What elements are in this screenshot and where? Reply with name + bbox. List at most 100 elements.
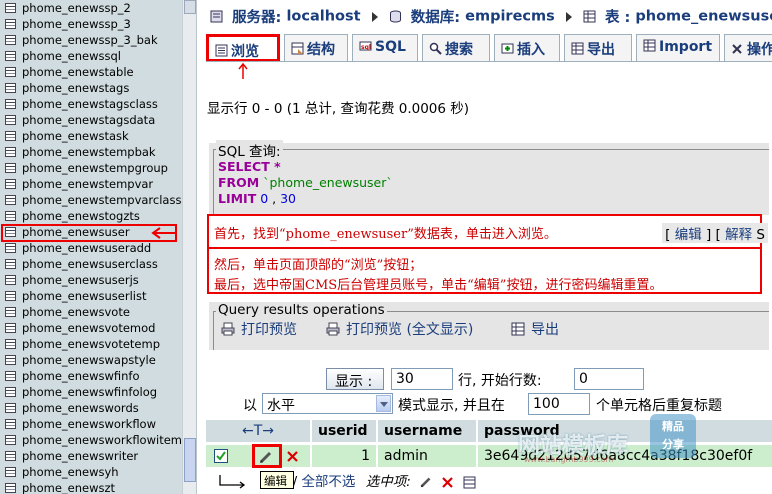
tab-sql[interactable]: sql SQL bbox=[352, 34, 418, 62]
table-icon[interactable] bbox=[5, 19, 16, 29]
table-icon[interactable] bbox=[5, 67, 16, 77]
delete-icon[interactable] bbox=[441, 476, 454, 489]
server-link[interactable]: localhost bbox=[286, 9, 360, 25]
table-icon[interactable] bbox=[5, 35, 16, 45]
sidebar-table-label[interactable]: phome_enewssp_2 bbox=[22, 1, 131, 15]
table-icon[interactable] bbox=[5, 387, 16, 397]
sidebar-table-item[interactable]: phome_enewstempbak bbox=[0, 144, 182, 160]
table-icon[interactable] bbox=[5, 371, 16, 381]
table-icon[interactable] bbox=[5, 179, 16, 189]
sidebar-table-label[interactable]: phome_enewswfinfolog bbox=[22, 385, 157, 399]
sidebar-table-item[interactable]: phome_enewsuseradd bbox=[0, 240, 182, 256]
sidebar-table-label[interactable]: phome_enewsyh bbox=[22, 465, 119, 479]
sidebar-table-label[interactable]: phome_enewstags bbox=[22, 81, 129, 95]
delete-icon[interactable] bbox=[286, 450, 299, 463]
sidebar-table-item[interactable]: phome_enewsuserjs bbox=[0, 272, 182, 288]
column-header-password[interactable]: password bbox=[478, 420, 772, 442]
sidebar-table-label[interactable]: phome_enewsuserlist bbox=[22, 289, 146, 303]
sidebar-table-item[interactable]: phome_enewstagsdata bbox=[0, 112, 182, 128]
column-arrows[interactable]: ←T→ bbox=[206, 420, 310, 442]
sidebar-table-item[interactable]: phome_enewsvotemod bbox=[0, 320, 182, 336]
sidebar-table-label[interactable]: phome_enewstable bbox=[22, 65, 134, 79]
table-icon[interactable] bbox=[5, 451, 16, 461]
table-icon[interactable] bbox=[5, 211, 16, 221]
tab-insert[interactable]: 插入 bbox=[494, 34, 560, 62]
table-icon[interactable] bbox=[5, 291, 16, 301]
tab-operations[interactable]: 操作 bbox=[724, 34, 772, 62]
sidebar-table-item[interactable]: phome_enewssql bbox=[0, 48, 182, 64]
tab-browse[interactable]: 浏览 bbox=[206, 34, 280, 62]
table-icon[interactable] bbox=[5, 259, 16, 269]
sidebar-table-label[interactable]: phome_enewstempbak bbox=[22, 145, 156, 159]
row-checkbox[interactable] bbox=[214, 449, 228, 463]
sidebar-table-label[interactable]: phome_enewstempvarclass bbox=[22, 193, 181, 207]
sidebar-table-item[interactable]: phome_enewstempvarclass bbox=[0, 192, 182, 208]
table-icon[interactable] bbox=[5, 227, 16, 237]
sidebar-table-label[interactable]: phome_enewsuseradd bbox=[22, 241, 151, 255]
sidebar-table-label[interactable]: phome_enewstagsclass bbox=[22, 97, 158, 111]
sidebar-table-item[interactable]: phome_enewstempgroup bbox=[0, 160, 182, 176]
sidebar-table-label[interactable]: phome_enewstask bbox=[22, 129, 129, 143]
chevron-down-icon[interactable] bbox=[376, 395, 391, 412]
sidebar-table-item[interactable]: phome_enewswfinfolog bbox=[0, 384, 182, 400]
sidebar-table-label[interactable]: phome_enewsuserclass bbox=[22, 257, 158, 271]
column-header-username[interactable]: username bbox=[378, 420, 476, 442]
table-icon[interactable] bbox=[5, 307, 16, 317]
sidebar-table-item[interactable]: phome_enewsuserclass bbox=[0, 256, 182, 272]
table-icon[interactable] bbox=[5, 163, 16, 173]
sidebar-table-label[interactable]: phome_enewsworkflow bbox=[22, 417, 156, 431]
table-icon[interactable] bbox=[5, 339, 16, 349]
sidebar-table-label[interactable]: phome_enewstagsdata bbox=[22, 113, 155, 127]
sidebar-table-label[interactable]: phome_enewstempgroup bbox=[22, 161, 168, 175]
table-icon[interactable] bbox=[5, 83, 16, 93]
sidebar-table-item[interactable]: phome_enewswords bbox=[0, 400, 182, 416]
sidebar-table-item[interactable]: phome_enewssp_3 bbox=[0, 16, 182, 32]
sidebar-table-label[interactable]: phome_enewssql bbox=[22, 49, 121, 63]
column-header-userid[interactable]: userid bbox=[312, 420, 376, 442]
tab-search[interactable]: 搜索 bbox=[422, 34, 490, 62]
table-icon[interactable] bbox=[5, 147, 16, 157]
table-icon[interactable] bbox=[5, 99, 16, 109]
table-icon[interactable] bbox=[5, 115, 16, 125]
table-icon[interactable] bbox=[5, 131, 16, 141]
edit-sql-link[interactable]: 编辑 bbox=[675, 227, 702, 243]
tab-export[interactable]: 导出 bbox=[564, 34, 632, 62]
rows-input[interactable]: 30 bbox=[391, 368, 453, 390]
table-icon[interactable] bbox=[5, 435, 16, 445]
sidebar-table-label[interactable]: phome_enewsvotetemp bbox=[22, 337, 160, 351]
repeat-headers-input[interactable]: 100 bbox=[528, 393, 590, 415]
sidebar-table-item[interactable]: phome_enewstags bbox=[0, 80, 182, 96]
table-icon[interactable] bbox=[5, 467, 16, 477]
display-mode-select[interactable]: 水平 bbox=[262, 393, 393, 414]
sidebar-table-item[interactable]: phome_enewsyh bbox=[0, 464, 182, 480]
sidebar-table-item[interactable]: phome_enewsworkflow bbox=[0, 416, 182, 432]
sidebar-table-label[interactable]: phome_enewstempvar bbox=[22, 177, 153, 191]
sidebar-table-label[interactable]: phome_enewssp_3_bak bbox=[22, 33, 158, 47]
sidebar-table-label[interactable]: phome_enewsvote bbox=[22, 305, 130, 319]
table-icon[interactable] bbox=[5, 51, 16, 61]
sidebar-table-label[interactable]: phome_enewswriter bbox=[22, 449, 138, 463]
sidebar-table-item[interactable]: phome_enewswriter bbox=[0, 448, 182, 464]
sidebar-table-label[interactable]: phome_enewstogzts bbox=[22, 209, 140, 223]
sidebar-table-item[interactable]: phome_enewswfinfo bbox=[0, 368, 182, 384]
sidebar-table-item[interactable]: phome_enewstogzts bbox=[0, 208, 182, 224]
sidebar-table-label[interactable]: phome_enewszt bbox=[22, 481, 115, 494]
sidebar-table-item[interactable]: phome_enewssp_2 bbox=[0, 0, 182, 16]
sidebar-table-label[interactable]: phome_enewsuserjs bbox=[22, 273, 139, 287]
table-icon[interactable] bbox=[5, 323, 16, 333]
table-icon[interactable] bbox=[5, 195, 16, 205]
pencil-icon[interactable] bbox=[419, 475, 433, 489]
sidebar-table-label[interactable]: phome_enewsworkflowitem bbox=[22, 433, 182, 447]
uncheck-all-link[interactable]: 全部不选 bbox=[301, 474, 355, 490]
table-icon[interactable] bbox=[5, 275, 16, 285]
table-icon[interactable] bbox=[5, 3, 16, 13]
sidebar-table-item[interactable]: phome_enewstagsclass bbox=[0, 96, 182, 112]
sidebar-table-label[interactable]: phome_enewswapstyle bbox=[22, 353, 156, 367]
sidebar-table-label[interactable]: phome_enewswfinfo bbox=[22, 369, 140, 383]
start-row-input[interactable]: 0 bbox=[574, 368, 644, 390]
sidebar-table-item[interactable]: phome_enewstask bbox=[0, 128, 182, 144]
explain-sql-link[interactable]: 解释 bbox=[725, 227, 752, 243]
sidebar-table-item[interactable]: phome_enewsworkflowitem bbox=[0, 432, 182, 448]
table-icon[interactable] bbox=[5, 403, 16, 413]
show-button[interactable]: 显示 : bbox=[326, 368, 384, 390]
